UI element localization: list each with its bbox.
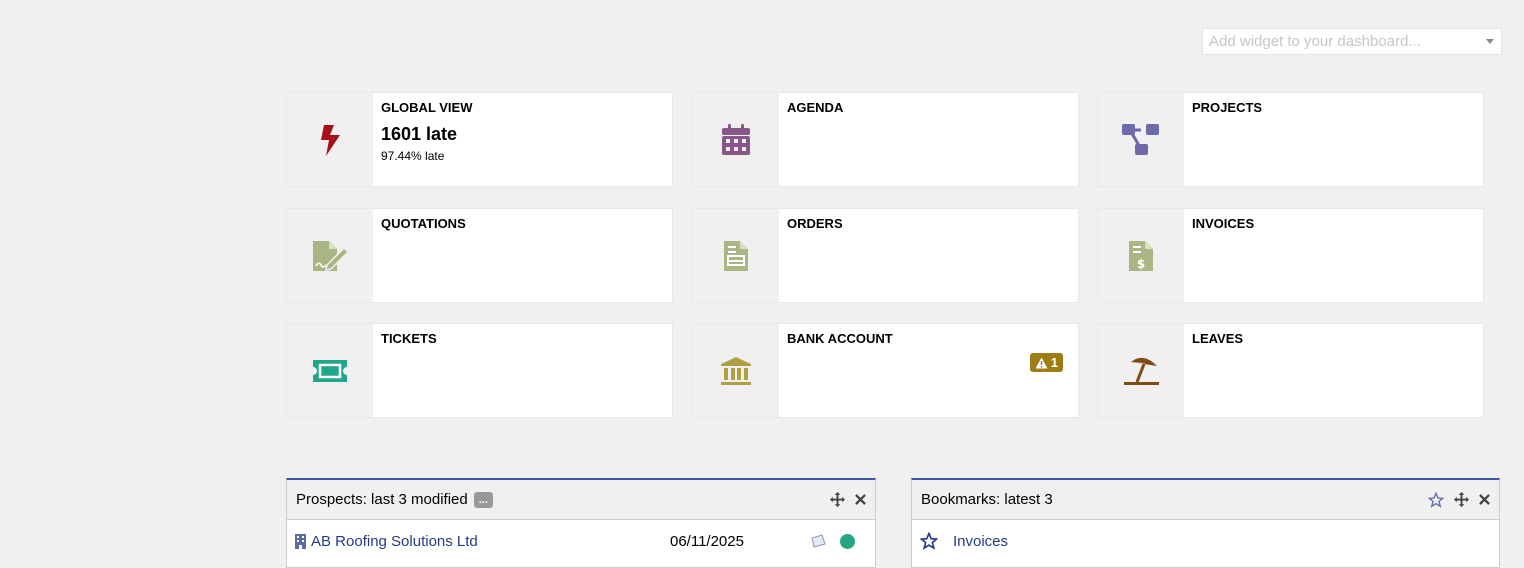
late-percentage: 97.44% late	[381, 149, 445, 163]
box-agenda[interactable]: AGENDA	[692, 92, 1079, 187]
box-global-view[interactable]: GLOBAL VIEW 1601 late 97.44% late	[286, 92, 673, 187]
bookmark-link[interactable]: Invoices	[953, 533, 1008, 550]
invoice-document-icon: $	[1129, 240, 1153, 271]
list-item[interactable]: AB Roofing Solutions Ltd 06/11/2025	[287, 520, 875, 562]
more-button[interactable]: ...	[473, 491, 493, 508]
bookmarks-panel: Bookmarks: latest 3 Invoices	[911, 478, 1500, 568]
ticket-icon	[313, 359, 347, 382]
late-count: 1601 late	[381, 124, 458, 144]
box-orders[interactable]: ORDERS	[692, 208, 1079, 303]
list-item[interactable]: Invoices	[912, 520, 1499, 562]
box-title: ORDERS	[787, 216, 843, 231]
warning-badge[interactable]: 1	[1029, 353, 1063, 372]
bookmarks-panel-header: Bookmarks: latest 3	[912, 480, 1499, 520]
box-title: GLOBAL VIEW	[381, 100, 473, 115]
prospects-panel-header: Prospects: last 3 modified ...	[287, 480, 875, 520]
star-outline-icon	[920, 532, 938, 550]
svg-text:$: $	[1137, 257, 1145, 271]
box-title: LEAVES	[1192, 331, 1244, 346]
close-icon[interactable]	[855, 494, 866, 505]
box-icon-area	[287, 209, 373, 302]
add-widget-select[interactable]: Add widget to your dashboard...	[1202, 28, 1502, 55]
project-network-icon	[1122, 123, 1159, 155]
prospects-panel: Prospects: last 3 modified ... AB Roofin…	[286, 478, 876, 568]
dropdown-arrow-icon	[1486, 39, 1494, 44]
box-projects[interactable]: PROJECTS	[1097, 92, 1484, 187]
box-leaves[interactable]: LEAVES	[1097, 323, 1484, 418]
bank-icon	[721, 356, 751, 385]
box-icon-area	[287, 324, 373, 417]
bookmarks-panel-title: Bookmarks: latest 3	[921, 491, 1053, 508]
box-title: TICKETS	[381, 331, 437, 346]
box-title: QUOTATIONS	[381, 216, 466, 231]
umbrella-beach-icon	[1124, 357, 1159, 385]
order-document-icon	[724, 240, 748, 271]
box-icon-area: $	[1098, 209, 1184, 302]
star-outline-icon[interactable]	[1428, 491, 1444, 508]
draft-icon	[811, 534, 826, 548]
status-indicator	[840, 533, 855, 549]
box-invoices[interactable]: $ INVOICES	[1097, 208, 1484, 303]
box-icon-area	[1098, 93, 1184, 186]
close-icon[interactable]	[1479, 494, 1490, 505]
box-icon-area	[287, 93, 373, 186]
warning-icon	[1035, 357, 1048, 368]
building-icon	[295, 533, 306, 549]
box-tickets[interactable]: TICKETS	[286, 323, 673, 418]
box-icon-area	[1098, 324, 1184, 417]
prospects-panel-title: Prospects: last 3 modified	[296, 491, 468, 508]
box-icon-area	[693, 209, 779, 302]
warning-count: 1	[1050, 355, 1058, 370]
signed-document-icon	[313, 240, 349, 271]
calendar-icon	[722, 123, 750, 155]
prospect-date: 06/11/2025	[670, 532, 744, 550]
bolt-icon	[321, 124, 340, 156]
box-title: PROJECTS	[1192, 100, 1263, 115]
box-icon-area	[693, 93, 779, 186]
box-quotations[interactable]: QUOTATIONS	[286, 208, 673, 303]
add-widget-placeholder: Add widget to your dashboard...	[1209, 33, 1421, 50]
box-icon-area	[693, 324, 779, 417]
box-title: BANK ACCOUNT	[787, 331, 893, 346]
box-bank-account[interactable]: BANK ACCOUNT 1	[692, 323, 1079, 418]
prospect-name-link[interactable]: AB Roofing Solutions Ltd	[311, 533, 670, 550]
move-icon[interactable]	[1454, 492, 1469, 507]
move-icon[interactable]	[830, 492, 845, 507]
box-title: AGENDA	[787, 100, 844, 115]
box-title: INVOICES	[1192, 216, 1255, 231]
